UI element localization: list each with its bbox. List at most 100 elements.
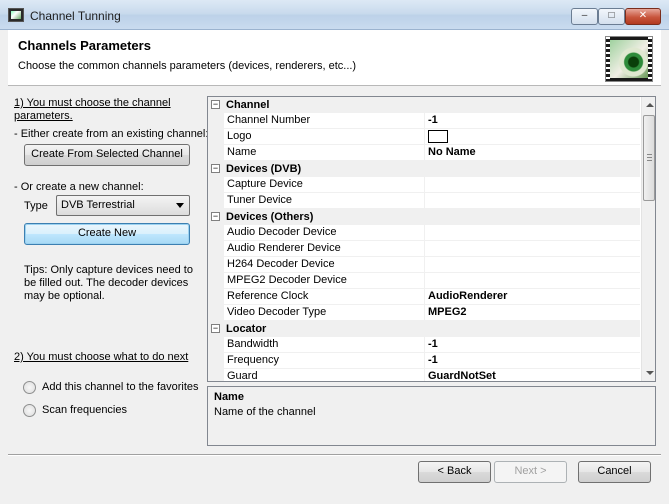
grid-property-value[interactable]: No Name — [425, 145, 640, 161]
grid-property-value[interactable] — [425, 241, 640, 257]
grid-property-value[interactable]: GuardNotSet — [425, 369, 640, 381]
grid-property-row[interactable]: Logo — [208, 129, 640, 145]
close-button[interactable]: ✕ — [625, 8, 661, 25]
window-title: Channel Tunning — [30, 9, 121, 23]
grid-property-name[interactable]: Name — [224, 145, 425, 161]
scroll-thumb[interactable] — [643, 115, 655, 201]
grid-row-gutter — [208, 353, 224, 369]
grid-property-row[interactable]: Audio Renderer Device — [208, 241, 640, 257]
cancel-button[interactable]: Cancel — [578, 461, 651, 483]
type-select[interactable]: DVB Terrestrial — [56, 195, 190, 216]
grid-scrollbar[interactable] — [641, 97, 655, 381]
grid-category-label: Channel — [226, 99, 270, 111]
grid-property-value[interactable]: -1 — [425, 337, 640, 353]
description-text: Name of the channel — [214, 406, 316, 418]
wizard-header: Channels Parameters Choose the common ch… — [8, 30, 661, 86]
grid-row-gutter — [208, 305, 224, 321]
grid-property-name[interactable]: MPEG2 Decoder Device — [224, 273, 425, 289]
grid-property-value[interactable]: MPEG2 — [425, 305, 640, 321]
grid-property-row[interactable]: Capture Device — [208, 177, 640, 193]
grid-property-name[interactable]: Guard — [224, 369, 425, 381]
new-channel-label: - Or create a new channel: — [14, 181, 144, 193]
create-new-button[interactable]: Create New — [24, 223, 190, 245]
grid-row-gutter — [208, 241, 224, 257]
grip-icon — [647, 154, 652, 161]
collapse-icon[interactable]: − — [211, 324, 220, 333]
grid-property-name[interactable]: Channel Number — [224, 113, 425, 129]
grid-property-row[interactable]: Name No Name — [208, 145, 640, 161]
collapse-icon[interactable]: − — [211, 164, 220, 173]
grid-property-name[interactable]: Audio Renderer Device — [224, 241, 425, 257]
grid-category-row[interactable]: − Devices (DVB) — [208, 161, 640, 177]
grid-property-value[interactable]: AudioRenderer — [425, 289, 640, 305]
grid-property-name[interactable]: Reference Clock — [224, 289, 425, 305]
collapse-icon[interactable]: − — [211, 100, 220, 109]
grid-property-name[interactable]: Video Decoder Type — [224, 305, 425, 321]
grid-category-row[interactable]: − Channel — [208, 97, 640, 113]
property-grid[interactable]: − Channel Channel Number -1 Logo Name No Name −… — [207, 96, 656, 382]
maximize-button[interactable]: □ — [598, 8, 625, 25]
radio-add-favorites-label[interactable]: Add this channel to the favorites — [42, 381, 199, 393]
back-button[interactable]: < Back — [418, 461, 491, 483]
grid-property-name[interactable]: Tuner Device — [224, 193, 425, 209]
step2-heading: 2) You must choose what to do next — [14, 351, 189, 363]
next-button[interactable]: Next > — [494, 461, 567, 483]
radio-add-favorites[interactable] — [23, 381, 36, 394]
type-label: Type — [24, 200, 48, 212]
grid-category-row[interactable]: − Devices (Others) — [208, 209, 640, 225]
chevron-down-icon — [176, 203, 184, 208]
grid-category-label: Devices (Others) — [226, 211, 314, 223]
grid-property-name[interactable]: Logo — [224, 129, 425, 145]
grid-property-value[interactable]: -1 — [425, 353, 640, 369]
scroll-down-arrow-icon[interactable] — [646, 371, 654, 375]
grid-row-gutter — [208, 129, 224, 145]
grid-row-gutter — [208, 257, 224, 273]
grid-property-name[interactable]: Bandwidth — [224, 337, 425, 353]
grid-row-gutter — [208, 289, 224, 305]
grid-property-row[interactable]: MPEG2 Decoder Device — [208, 273, 640, 289]
grid-property-row[interactable]: Audio Decoder Device — [208, 225, 640, 241]
radio-scan-frequencies-label[interactable]: Scan frequencies — [42, 404, 127, 416]
grid-row-gutter — [208, 193, 224, 209]
page-subtitle: Choose the common channels parameters (d… — [18, 60, 357, 72]
grid-property-value[interactable] — [425, 129, 640, 145]
step1-heading-line2: parameters. — [14, 110, 73, 122]
description-title: Name — [214, 391, 244, 403]
grid-property-value[interactable] — [425, 193, 640, 209]
grid-property-row[interactable]: H264 Decoder Device — [208, 257, 640, 273]
grid-property-row[interactable]: Video Decoder Type MPEG2 — [208, 305, 640, 321]
logo-preview-box[interactable] — [428, 129, 448, 143]
minimize-button[interactable]: – — [571, 8, 598, 25]
tips-line1: Tips: Only capture devices need to — [24, 264, 193, 276]
eye-image — [610, 40, 648, 78]
grid-property-name[interactable]: Audio Decoder Device — [224, 225, 425, 241]
grid-category-label: Devices (DVB) — [226, 163, 302, 175]
footer-divider — [8, 454, 661, 456]
existing-channel-label: - Either create from an existing channel… — [14, 128, 209, 140]
grid-property-name[interactable]: H264 Decoder Device — [224, 257, 425, 273]
step1-heading-line1: 1) You must choose the channel — [14, 97, 171, 109]
radio-scan-frequencies[interactable] — [23, 404, 36, 417]
grid-property-value[interactable] — [425, 257, 640, 273]
grid-property-row[interactable]: Bandwidth -1 — [208, 337, 640, 353]
create-from-selected-button[interactable]: Create From Selected Channel — [24, 144, 190, 166]
grid-property-value[interactable] — [425, 273, 640, 289]
grid-property-row[interactable]: Frequency -1 — [208, 353, 640, 369]
tips-line3: may be optional. — [24, 290, 105, 302]
scroll-up-arrow-icon[interactable] — [646, 103, 654, 107]
collapse-icon[interactable]: − — [211, 212, 220, 221]
grid-row-gutter — [208, 273, 224, 289]
page-title: Channels Parameters — [18, 38, 151, 53]
grid-property-name[interactable]: Capture Device — [224, 177, 425, 193]
grid-property-value[interactable] — [425, 177, 640, 193]
grid-category-row[interactable]: − Locator — [208, 321, 640, 337]
grid-property-name[interactable]: Frequency — [224, 353, 425, 369]
grid-property-row[interactable]: Channel Number -1 — [208, 113, 640, 129]
grid-property-row[interactable]: Tuner Device — [208, 193, 640, 209]
grid-property-value[interactable]: -1 — [425, 113, 640, 129]
grid-row-gutter — [208, 225, 224, 241]
grid-property-row[interactable]: Guard GuardNotSet — [208, 369, 640, 381]
grid-property-row[interactable]: Reference Clock AudioRenderer — [208, 289, 640, 305]
grid-row-gutter — [208, 145, 224, 161]
grid-property-value[interactable] — [425, 225, 640, 241]
